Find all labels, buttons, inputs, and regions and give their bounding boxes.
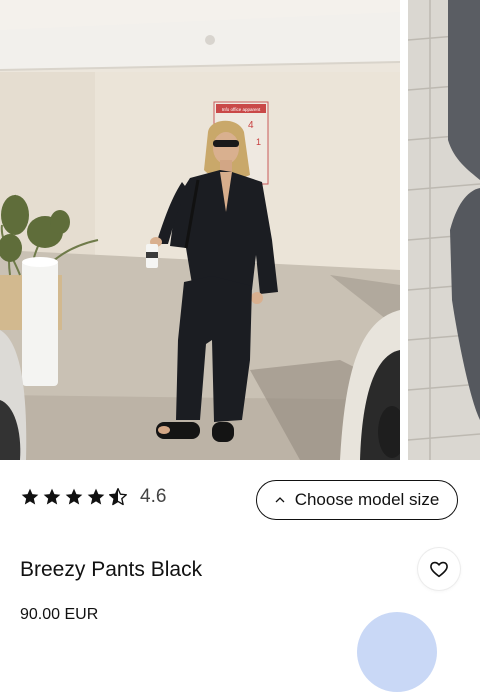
product-rating: 4.6 — [20, 486, 166, 508]
poster-number-1: 4 — [248, 120, 254, 131]
wishlist-button[interactable] — [418, 548, 460, 590]
poster-number-2: 1 — [256, 137, 261, 147]
half-star-icon — [109, 488, 128, 506]
star-icon — [65, 488, 83, 505]
choose-model-size-button[interactable]: Choose model size — [256, 480, 458, 520]
chevron-up-icon — [275, 497, 285, 503]
product-photo-main[interactable]: Info office apparent 4 1 — [0, 0, 400, 460]
floating-action-button[interactable] — [357, 612, 437, 692]
product-image-gallery[interactable]: Info office apparent 4 1 — [0, 0, 480, 460]
rating-value: 4.6 — [140, 486, 167, 507]
star-icon — [87, 488, 105, 505]
star-icon — [43, 488, 61, 505]
heart-icon — [430, 561, 448, 578]
choose-model-size-label: Choose model size — [294, 490, 440, 509]
product-price: 90.00 EUR — [20, 606, 99, 623]
product-photo-next[interactable] — [408, 0, 480, 460]
product-title: Breezy Pants Black — [20, 558, 203, 581]
poster-text: Info office apparent — [222, 107, 261, 112]
star-icon — [21, 488, 39, 505]
